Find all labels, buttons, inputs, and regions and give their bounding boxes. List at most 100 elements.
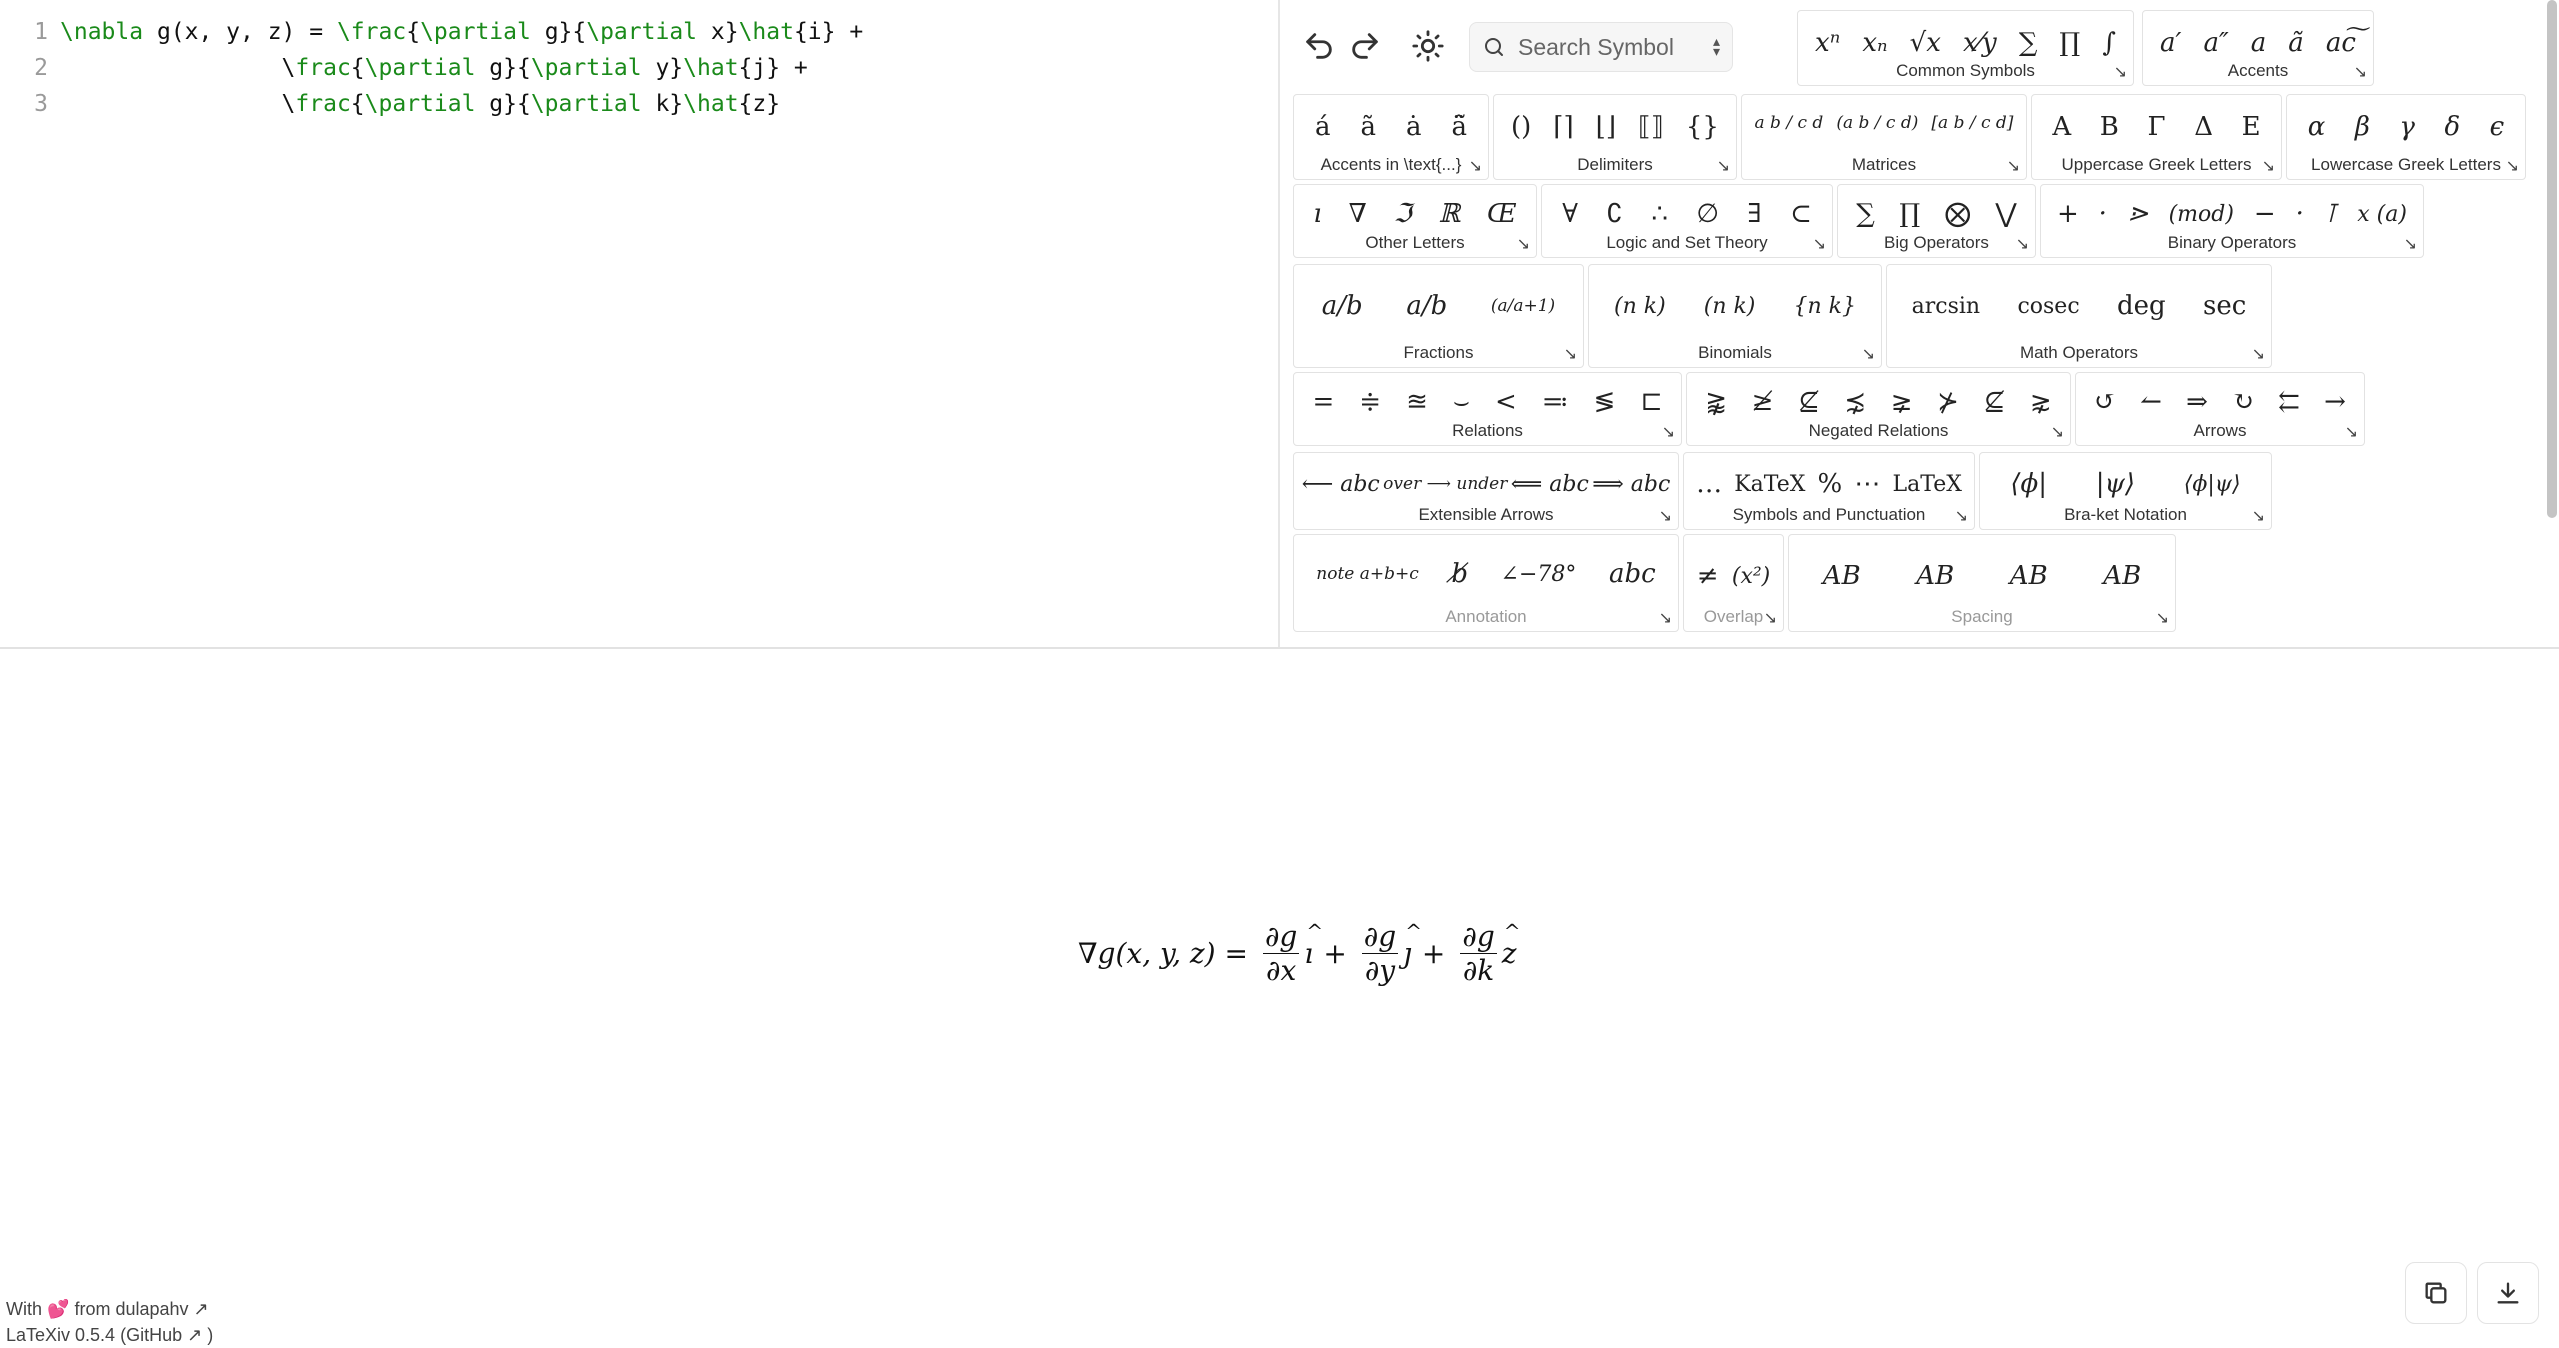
symbol-button[interactable]: · bbox=[2099, 199, 2107, 229]
symbol-button[interactable]: ↻ bbox=[2232, 387, 2254, 417]
symbol-button[interactable]: ∠−78° bbox=[1501, 562, 1577, 587]
expand-icon[interactable]: ↘ bbox=[2345, 422, 2358, 441]
github-link[interactable]: LaTeXiv 0.5.4 (GitHub bbox=[6, 1325, 182, 1345]
toolbar-scrollbar[interactable] bbox=[2547, 0, 2557, 518]
symbol-button[interactable]: ⌊⌋ bbox=[1596, 112, 1616, 142]
copy-button[interactable] bbox=[2405, 1262, 2467, 1324]
code-line[interactable]: 2 \frac{\partial g}{\partial y}\hat{j} + bbox=[0, 50, 808, 86]
symbol-button[interactable]: ≱ bbox=[1752, 387, 1774, 417]
symbol-button[interactable]: → bbox=[2324, 387, 2346, 417]
symbol-button[interactable]: − bbox=[2254, 199, 2276, 229]
expand-icon[interactable]: ↘ bbox=[2114, 62, 2127, 81]
expand-icon[interactable]: ↘ bbox=[1813, 234, 1826, 253]
symbol-button[interactable]: xⁿ bbox=[1815, 28, 1840, 58]
symbol-button[interactable]: α bbox=[2308, 112, 2326, 142]
symbol-button[interactable]: a″ bbox=[2203, 28, 2228, 58]
symbol-button[interactable]: ⊏ bbox=[1640, 387, 1662, 417]
symbol-button[interactable]: {n k} bbox=[1793, 294, 1856, 319]
symbol-button[interactable]: ȧ bbox=[1406, 112, 1422, 142]
redo-button[interactable] bbox=[1341, 22, 1389, 70]
expand-icon[interactable]: ↘ bbox=[1717, 156, 1730, 175]
symbol-button[interactable]: ≶ bbox=[1594, 387, 1616, 417]
symbol-button[interactable]: ∏ bbox=[1899, 199, 1920, 229]
code-line[interactable]: 3 \frac{\partial g}{\partial k}\hat{z} bbox=[0, 86, 780, 122]
symbol-button[interactable]: ∏ bbox=[2060, 28, 2081, 58]
expand-icon[interactable]: ↘ bbox=[2051, 422, 2064, 441]
symbol-button[interactable]: {} bbox=[1686, 112, 1719, 142]
symbol-button[interactable]: ã bbox=[1360, 112, 1376, 142]
expand-icon[interactable]: ↘ bbox=[2007, 156, 2020, 175]
symbol-button[interactable]: ⊈ bbox=[1984, 387, 2006, 417]
expand-icon[interactable]: ↘ bbox=[2404, 234, 2417, 253]
symbol-button[interactable]: cosec bbox=[2017, 294, 2079, 319]
symbol-button[interactable]: Δ bbox=[2194, 112, 2213, 142]
expand-icon[interactable]: ↘ bbox=[2354, 62, 2367, 81]
symbol-button[interactable]: ⪊ bbox=[1705, 387, 1727, 417]
symbol-button[interactable]: B bbox=[2100, 112, 2119, 142]
symbol-button[interactable]: sec bbox=[2203, 291, 2246, 321]
symbol-button[interactable]: ⟹ abc bbox=[1592, 472, 1670, 497]
symbol-button[interactable]: < bbox=[1495, 387, 1517, 417]
expand-icon[interactable]: ↘ bbox=[2262, 156, 2275, 175]
symbol-button[interactable]: (a b / c d) bbox=[1836, 113, 1918, 133]
symbol-button[interactable]: () bbox=[1511, 112, 1531, 142]
symbol-button[interactable]: ⟦⟧ bbox=[1638, 112, 1664, 142]
symbol-button[interactable]: ⪈ bbox=[1891, 387, 1913, 417]
symbol-button[interactable]: a/b bbox=[1406, 291, 1447, 321]
symbol-button[interactable]: ∴ bbox=[1651, 199, 1668, 229]
expand-icon[interactable]: ↘ bbox=[2506, 156, 2519, 175]
symbol-button[interactable]: |ψ⟩ bbox=[2096, 469, 2135, 499]
symbol-button[interactable]: δ bbox=[2444, 112, 2460, 142]
symbol-button[interactable]: a bbox=[2251, 28, 2267, 58]
symbol-button[interactable]: x⁄y bbox=[1963, 28, 1997, 58]
symbol-button[interactable]: γ bbox=[2399, 112, 2415, 142]
symbol-button[interactable]: ⇇ bbox=[2278, 387, 2300, 417]
symbol-button[interactable]: KaTeX bbox=[1734, 472, 1805, 497]
expand-icon[interactable]: ↘ bbox=[2016, 234, 2029, 253]
symbol-button[interactable]: deg bbox=[2117, 291, 2166, 321]
symbol-button[interactable]: xₙ bbox=[1862, 28, 1887, 58]
symbol-button[interactable]: AB bbox=[2010, 561, 2048, 591]
search-input[interactable] bbox=[1516, 32, 1713, 62]
code-editor[interactable]: 1 \nabla g(x, y, z) = \frac{\partial g}{\… bbox=[0, 0, 1280, 647]
expand-icon[interactable]: ↘ bbox=[1517, 234, 1530, 253]
symbol-button[interactable]: ⟨ϕ|ψ⟩ bbox=[2184, 472, 2241, 497]
download-button[interactable] bbox=[2477, 1262, 2539, 1324]
theme-toggle-button[interactable] bbox=[1404, 22, 1452, 70]
symbol-button[interactable]: ⊈ bbox=[1798, 387, 1820, 417]
symbol-button[interactable]: abc bbox=[1609, 559, 1656, 589]
symbol-button[interactable]: ⋧ bbox=[2030, 387, 2052, 417]
expand-icon[interactable]: ↘ bbox=[1955, 506, 1968, 525]
symbol-button[interactable]: (n k) bbox=[1704, 294, 1756, 319]
symbol-button[interactable]: ⇒ bbox=[2186, 387, 2208, 417]
symbol-button[interactable]: ⊂ bbox=[1790, 199, 1812, 229]
symbol-button[interactable]: ≑ bbox=[1359, 387, 1381, 417]
symbol-button[interactable]: a′ bbox=[2160, 28, 2181, 58]
expand-icon[interactable]: ↘ bbox=[1662, 422, 1675, 441]
symbol-button[interactable]: Œ bbox=[1487, 199, 1517, 229]
symbol-button[interactable]: ⊁ bbox=[1937, 387, 1959, 417]
symbol-button[interactable]: x (a) bbox=[2357, 202, 2407, 227]
symbol-button[interactable]: ⊺ bbox=[2324, 199, 2338, 229]
symbol-button[interactable]: a b / c d bbox=[1755, 113, 1824, 133]
expand-icon[interactable]: ↘ bbox=[1659, 608, 1672, 627]
symbol-button[interactable]: LaTeX bbox=[1893, 472, 1962, 497]
symbol-button[interactable]: ≠ bbox=[1697, 561, 1719, 591]
symbol-button[interactable]: √x bbox=[1910, 28, 1941, 58]
symbol-button[interactable]: note a+b+c bbox=[1316, 564, 1419, 584]
symbol-button[interactable]: ⨂ bbox=[1945, 199, 1971, 229]
expand-icon[interactable]: ↘ bbox=[1564, 344, 1577, 363]
symbol-button[interactable]: = bbox=[1313, 387, 1335, 417]
symbol-button[interactable]: ⟨ϕ| bbox=[2010, 469, 2047, 499]
expand-icon[interactable]: ↘ bbox=[1469, 156, 1482, 175]
expand-icon[interactable]: ↘ bbox=[1659, 506, 1672, 525]
symbol-button[interactable]: ↼ bbox=[2140, 387, 2162, 417]
symbol-button[interactable]: á bbox=[1315, 112, 1331, 142]
symbol-button[interactable]: ⟵ abc bbox=[1302, 472, 1380, 497]
symbol-button[interactable]: arcsin bbox=[1912, 294, 1980, 319]
symbol-button[interactable]: b̸ bbox=[1451, 559, 1468, 589]
symbol-button[interactable]: (a/a+1) bbox=[1491, 296, 1555, 316]
symbol-button[interactable]: E bbox=[2242, 112, 2261, 142]
expand-icon[interactable]: ↘ bbox=[1862, 344, 1875, 363]
symbol-button[interactable]: + bbox=[2057, 199, 2079, 229]
